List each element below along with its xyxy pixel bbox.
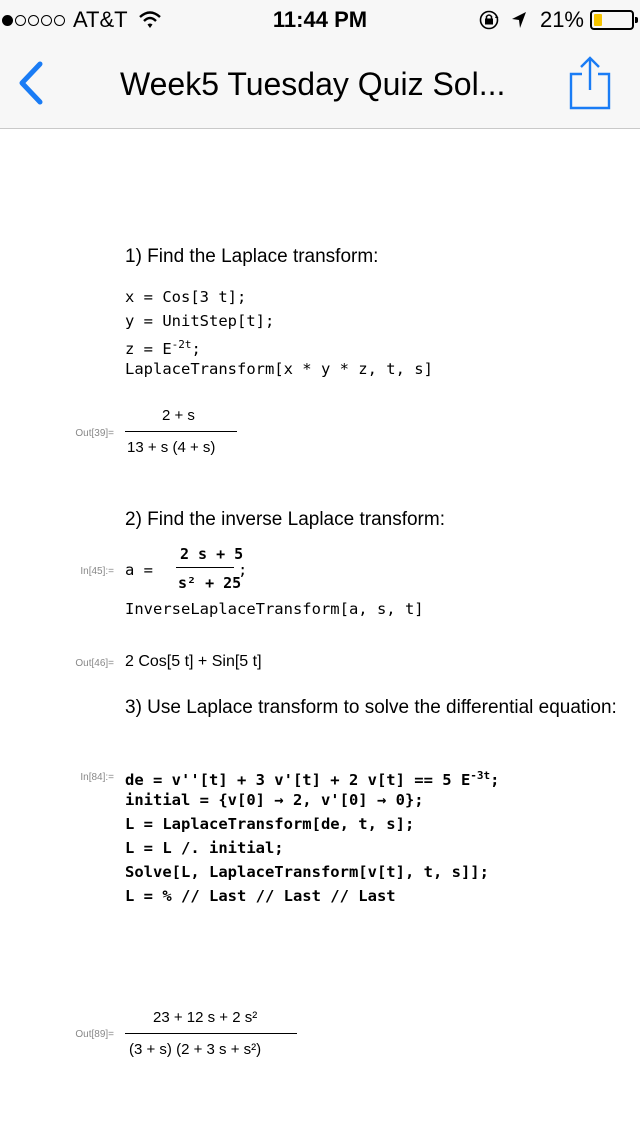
q3-input-label: In[84]:= xyxy=(80,772,114,783)
q2-output-label: Out[46]= xyxy=(75,658,114,669)
battery-percent: 21% xyxy=(539,7,584,32)
document-title: Week5 Tuesday Quiz Sol... xyxy=(120,66,506,102)
battery-fill xyxy=(594,14,602,26)
share-icon xyxy=(569,56,611,110)
q3-code-line-1: de = v''[t] + 3 v'[t] + 2 v[t] == 5 E-3t… xyxy=(125,769,500,790)
chevron-left-icon xyxy=(19,61,43,105)
document-page[interactable]: 1) Find the Laplace transform: x = Cos[3… xyxy=(0,129,640,1136)
q1-code-line-3: z = E-2t; xyxy=(125,338,201,359)
q1-code-line-2: y = UnitStep[t]; xyxy=(125,312,275,330)
q2-semicolon: ; xyxy=(238,561,248,579)
q2-code-line-2: InverseLaplaceTransform[a, s, t] xyxy=(125,600,424,618)
location-arrow-icon xyxy=(511,12,526,28)
q3-code-line-4: L = L /. initial; xyxy=(125,839,284,857)
q3-code-line-5: Solve[L, LaplaceTransform[v[t], t, s]]; xyxy=(125,863,489,881)
q3-output-denominator: (3 + s) (2 + 3 s + s²) xyxy=(129,1041,262,1058)
status-bar: AT&T 11:44 PM 21% xyxy=(0,0,640,40)
q1-code-line-4: LaplaceTransform[x * y * z, t, s] xyxy=(125,360,433,378)
rotation-lock-icon xyxy=(479,10,499,30)
battery-icon xyxy=(590,10,638,30)
share-button[interactable] xyxy=(566,54,614,112)
q2-output-expression: 2 Cos[5 t] + Sin[5 t] xyxy=(125,653,262,670)
question-2-text: 2) Find the inverse Laplace transform: xyxy=(125,509,445,530)
question-1-text: 1) Find the Laplace transform: xyxy=(125,246,379,267)
q3-output-label: Out[89]= xyxy=(75,1029,114,1040)
q2-input-label: In[45]:= xyxy=(80,566,114,577)
q3-code-line-2: initial = {v[0] → 2, v'[0] → 0}; xyxy=(125,791,424,809)
status-right: 21% xyxy=(478,6,638,34)
q2-denominator: s² + 25 xyxy=(178,574,242,592)
q3-code-line-6: L = % // Last // Last // Last xyxy=(125,887,396,905)
q3-code-line-3: L = LaplaceTransform[de, t, s]; xyxy=(125,815,415,833)
q2-a-definition: a = xyxy=(125,561,153,579)
q1-code-line-1: x = Cos[3 t]; xyxy=(125,288,247,306)
q1-output-denominator: 13 + s (4 + s) xyxy=(127,439,216,456)
q1-output-numerator: 2 + s xyxy=(162,407,195,424)
navigation-bar: Week5 Tuesday Quiz Sol... xyxy=(0,40,640,129)
q1-output-label: Out[39]= xyxy=(75,428,114,439)
back-button[interactable] xyxy=(12,58,56,108)
question-3-text: 3) Use Laplace transform to solve the di… xyxy=(125,697,617,718)
q2-numerator: 2 s + 5 xyxy=(180,545,244,563)
q3-output-numerator: 23 + 12 s + 2 s² xyxy=(153,1009,258,1026)
